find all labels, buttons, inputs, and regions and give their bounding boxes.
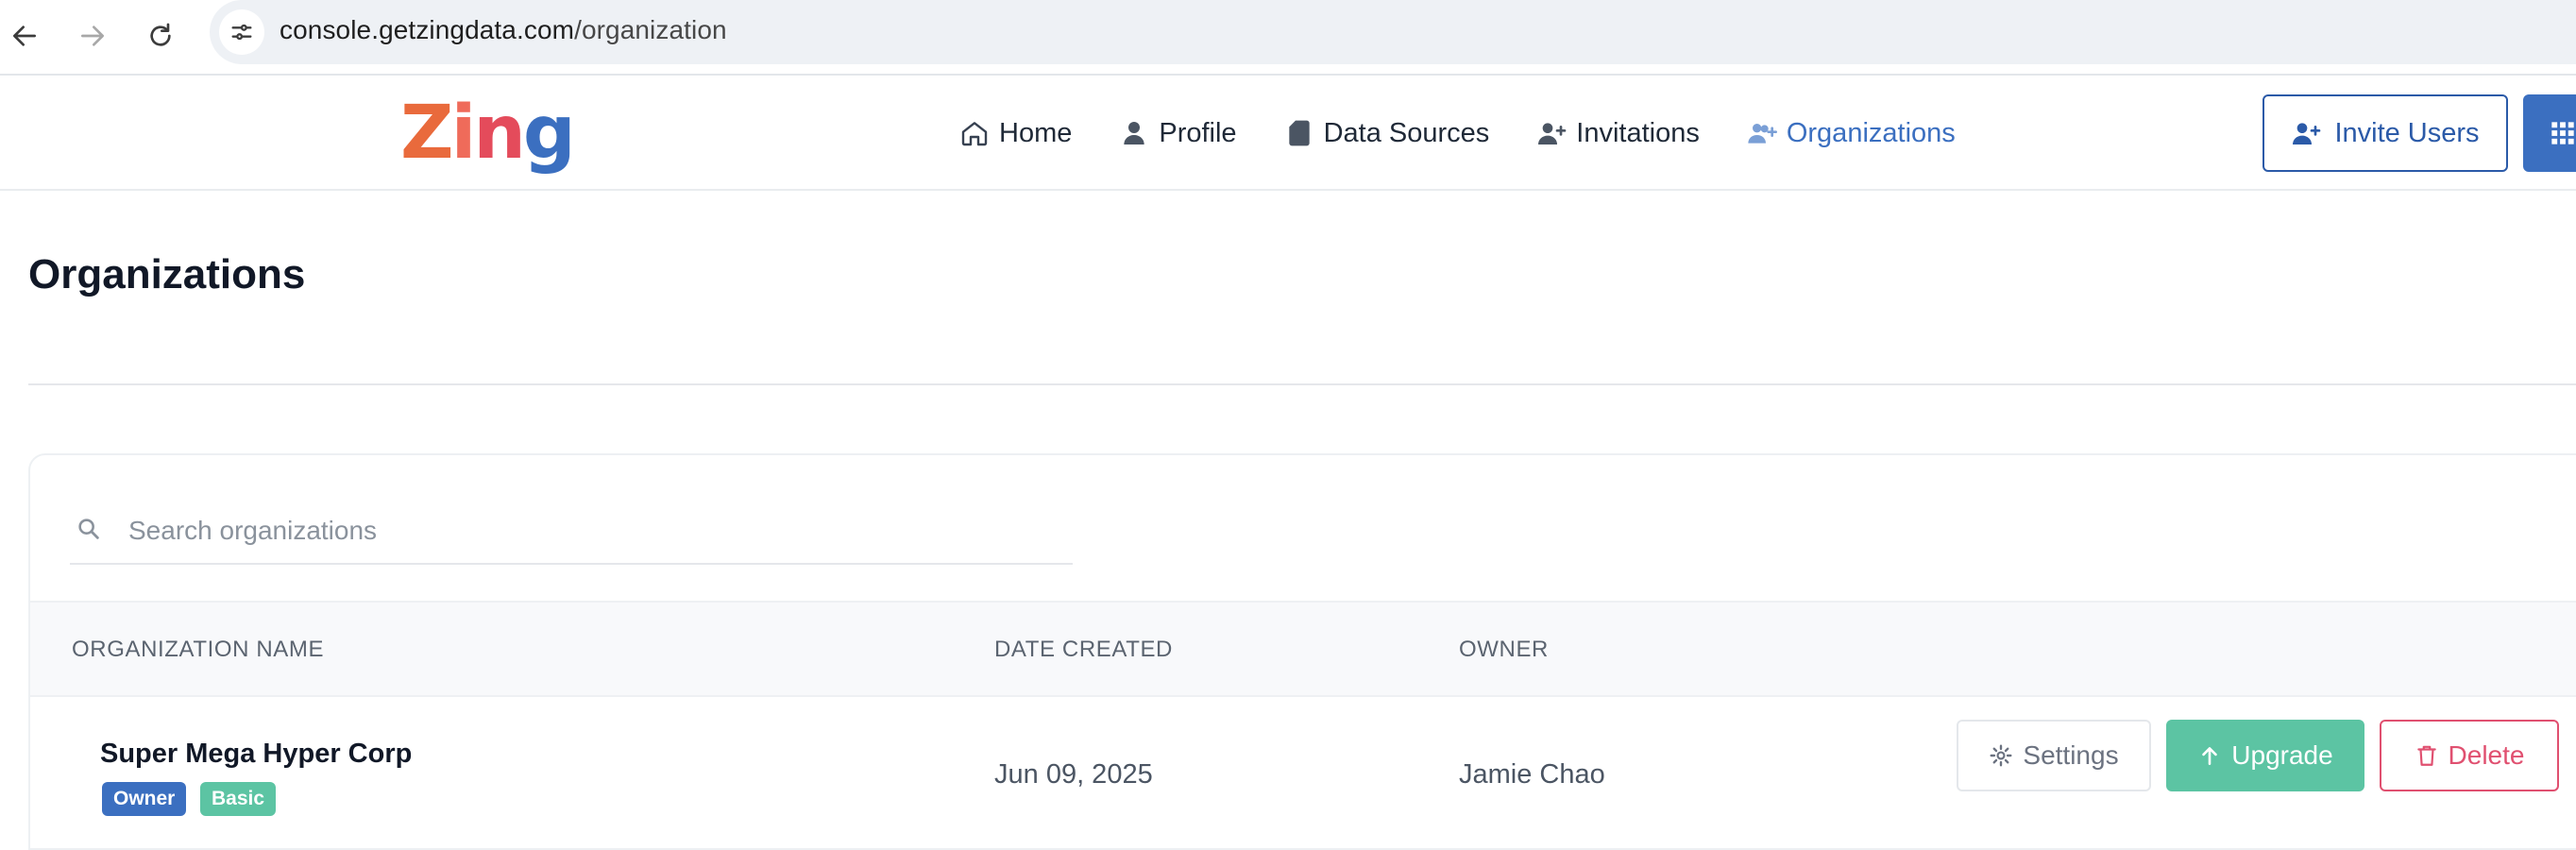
arrow-right-icon: [81, 26, 104, 46]
divider: [28, 383, 2576, 385]
trash-icon: [2416, 745, 2436, 766]
nav-organizations[interactable]: Organizations: [1747, 118, 1956, 149]
page-title: Organizations: [28, 251, 306, 298]
reload-icon: [150, 23, 171, 46]
upgrade-label: Upgrade: [2231, 740, 2333, 770]
column-header-date[interactable]: DATE CREATED: [994, 637, 1173, 663]
upgrade-button[interactable]: Upgrade: [2166, 720, 2364, 791]
url-text[interactable]: console.getzingdata.com/organization: [280, 15, 727, 45]
address-bar[interactable]: console.getzingdata.com/organization: [210, 0, 2576, 64]
main-nav: Home Profile Data Sources Invitations Or…: [959, 110, 2003, 157]
date-created-cell: Jun 09, 2025: [994, 759, 1153, 790]
nav-data-sources-label: Data Sources: [1323, 117, 1490, 148]
arrow-up-icon: [2202, 747, 2218, 765]
nav-profile[interactable]: Profile: [1119, 117, 1237, 149]
back-button[interactable]: [2, 13, 47, 59]
role-badge: Owner: [102, 782, 187, 816]
home-icon: [961, 122, 988, 146]
plan-badge: Basic: [200, 782, 277, 816]
reload-button[interactable]: [138, 13, 183, 59]
site-info-button[interactable]: [219, 9, 264, 55]
arrow-left-icon: [12, 26, 36, 46]
organizations-card: ORGANIZATION NAME DATE CREATED OWNER Sup…: [28, 453, 2576, 850]
column-header-name[interactable]: ORGANIZATION NAME: [72, 637, 324, 663]
gear-icon: [1990, 744, 2012, 767]
nav-organizations-label: Organizations: [1786, 117, 1956, 148]
nav-home[interactable]: Home: [959, 118, 1072, 149]
url-domain: console.getzingdata.com: [280, 15, 575, 44]
user-icon: [1124, 122, 1145, 144]
settings-button[interactable]: Settings: [1957, 720, 2151, 791]
nav-profile-label: Profile: [1159, 117, 1237, 148]
forward-button[interactable]: [70, 13, 115, 59]
settings-label: Settings: [2023, 740, 2119, 770]
delete-label: Delete: [2448, 740, 2525, 770]
search-box: [70, 506, 1073, 565]
column-header-owner[interactable]: OWNER: [1459, 637, 1549, 663]
nav-data-sources[interactable]: Data Sources: [1284, 117, 1490, 149]
url-path: /organization: [574, 15, 727, 44]
user-plus-icon: [2293, 123, 2321, 144]
grid-icon: [2551, 122, 2574, 144]
delete-button[interactable]: Delete: [2380, 720, 2559, 791]
users-plus-icon: [1748, 124, 1777, 144]
nav-invitations-label: Invitations: [1576, 117, 1700, 148]
file-icon: [1288, 120, 1310, 146]
search-icon: [78, 518, 99, 539]
invite-users-button[interactable]: Invite Users: [2262, 94, 2508, 172]
browser-toolbar: console.getzingdata.com/organization: [0, 0, 2576, 76]
nav-invitations[interactable]: Invitations: [1536, 118, 1700, 149]
zing-logo[interactable]: Zing: [400, 94, 576, 172]
table-header: ORGANIZATION NAME DATE CREATED OWNER: [30, 601, 2576, 697]
nav-home-label: Home: [999, 117, 1073, 148]
tune-icon: [231, 24, 252, 41]
apps-menu-button[interactable]: [2523, 94, 2576, 172]
app-header: Zing Home Profile Data Sources Invitatio…: [0, 76, 2576, 191]
owner-cell: Jamie Chao: [1459, 759, 1605, 790]
organization-name[interactable]: Super Mega Hyper Corp: [100, 739, 412, 770]
user-plus-icon: [1538, 123, 1567, 144]
invite-users-label: Invite Users: [2334, 117, 2480, 148]
search-input[interactable]: [128, 506, 1054, 555]
